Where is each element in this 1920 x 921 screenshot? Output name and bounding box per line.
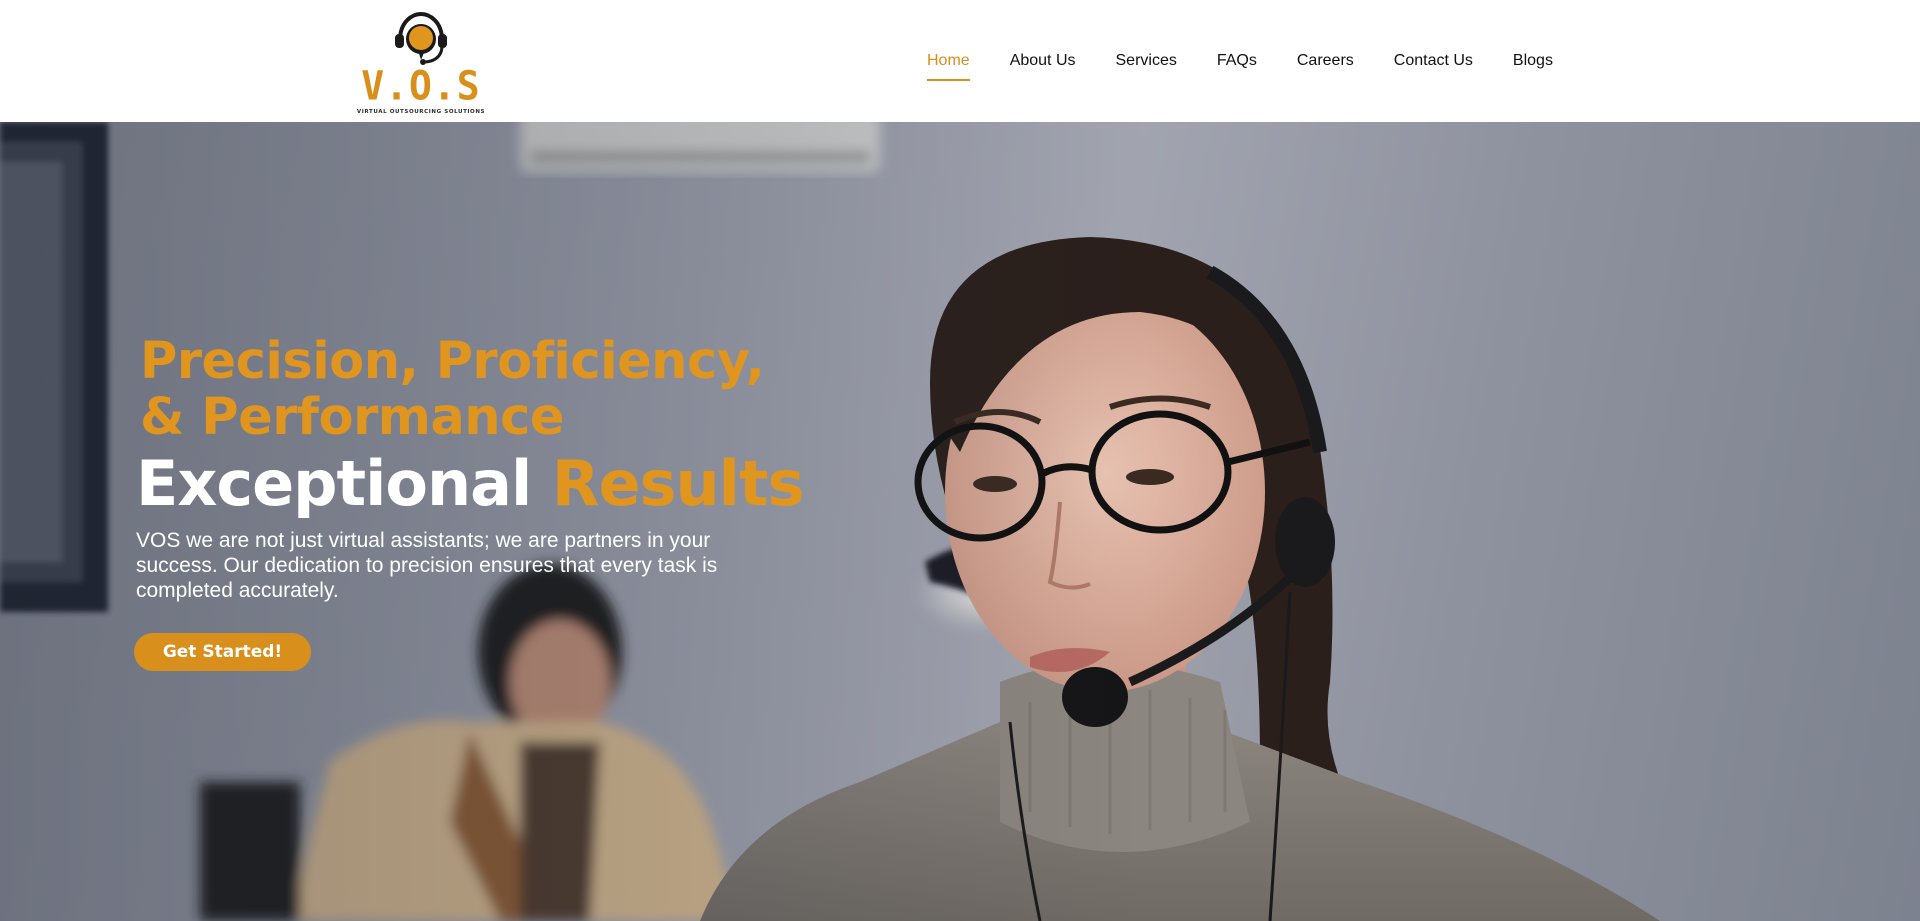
nav-faqs[interactable]: FAQs xyxy=(1217,50,1257,82)
vos-logo[interactable]: V.O.S VIRTUAL OUTSOURCING SOLUTIONS xyxy=(356,8,486,115)
subheadline-accent: Results xyxy=(551,447,805,520)
main-nav: Home About Us Services FAQs Careers Cont… xyxy=(927,50,1553,82)
nav-home[interactable]: Home xyxy=(927,50,970,82)
site-header: V.O.S VIRTUAL OUTSOURCING SOLUTIONS Home… xyxy=(0,0,1920,122)
logo-tagline: VIRTUAL OUTSOURCING SOLUTIONS xyxy=(356,109,486,115)
get-started-button[interactable]: Get Started! xyxy=(134,633,311,671)
hero-headline: Precision, Proficiency, & Performance xyxy=(140,334,816,446)
hero-section: Precision, Proficiency, & Performance Ex… xyxy=(0,122,1920,921)
nav-about-us[interactable]: About Us xyxy=(1010,50,1076,82)
nav-blogs[interactable]: Blogs xyxy=(1513,50,1553,82)
hero-description: VOS we are not just virtual assistants; … xyxy=(136,529,718,602)
subheadline-white: Exceptional xyxy=(136,447,532,520)
logo-wordmark: V.O.S xyxy=(361,62,481,110)
headline-line-1: Precision, Proficiency, xyxy=(140,332,765,391)
hero-content: Precision, Proficiency, & Performance Ex… xyxy=(134,334,816,671)
nav-contact-us[interactable]: Contact Us xyxy=(1394,50,1473,82)
hero-subheadline: Exceptional Results xyxy=(136,448,816,520)
nav-careers[interactable]: Careers xyxy=(1297,50,1354,82)
nav-services[interactable]: Services xyxy=(1116,50,1177,82)
headset-chat-icon xyxy=(395,11,447,65)
headline-line-2: & Performance xyxy=(140,388,564,447)
